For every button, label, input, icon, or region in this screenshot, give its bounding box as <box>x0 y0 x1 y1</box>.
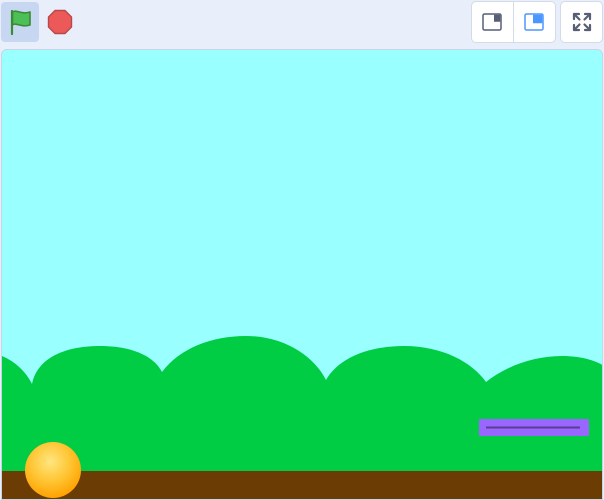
green-flag-button[interactable] <box>1 2 39 42</box>
normal-stage-button[interactable] <box>514 2 556 42</box>
stop-sign-icon <box>47 9 73 35</box>
stage-canvas[interactable] <box>1 49 603 500</box>
stage-toolbar <box>0 0 604 46</box>
small-stage-icon <box>482 13 502 31</box>
stage-size-toggle <box>471 1 556 43</box>
small-stage-button[interactable] <box>472 2 514 42</box>
ball-sprite[interactable] <box>25 442 81 498</box>
fullscreen-icon <box>572 12 591 32</box>
ground <box>2 471 602 499</box>
paddle-sprite[interactable] <box>479 419 589 436</box>
normal-stage-icon <box>524 13 544 31</box>
stop-button[interactable] <box>42 2 78 42</box>
green-flag-icon <box>10 9 31 36</box>
fullscreen-button[interactable] <box>560 1 603 43</box>
